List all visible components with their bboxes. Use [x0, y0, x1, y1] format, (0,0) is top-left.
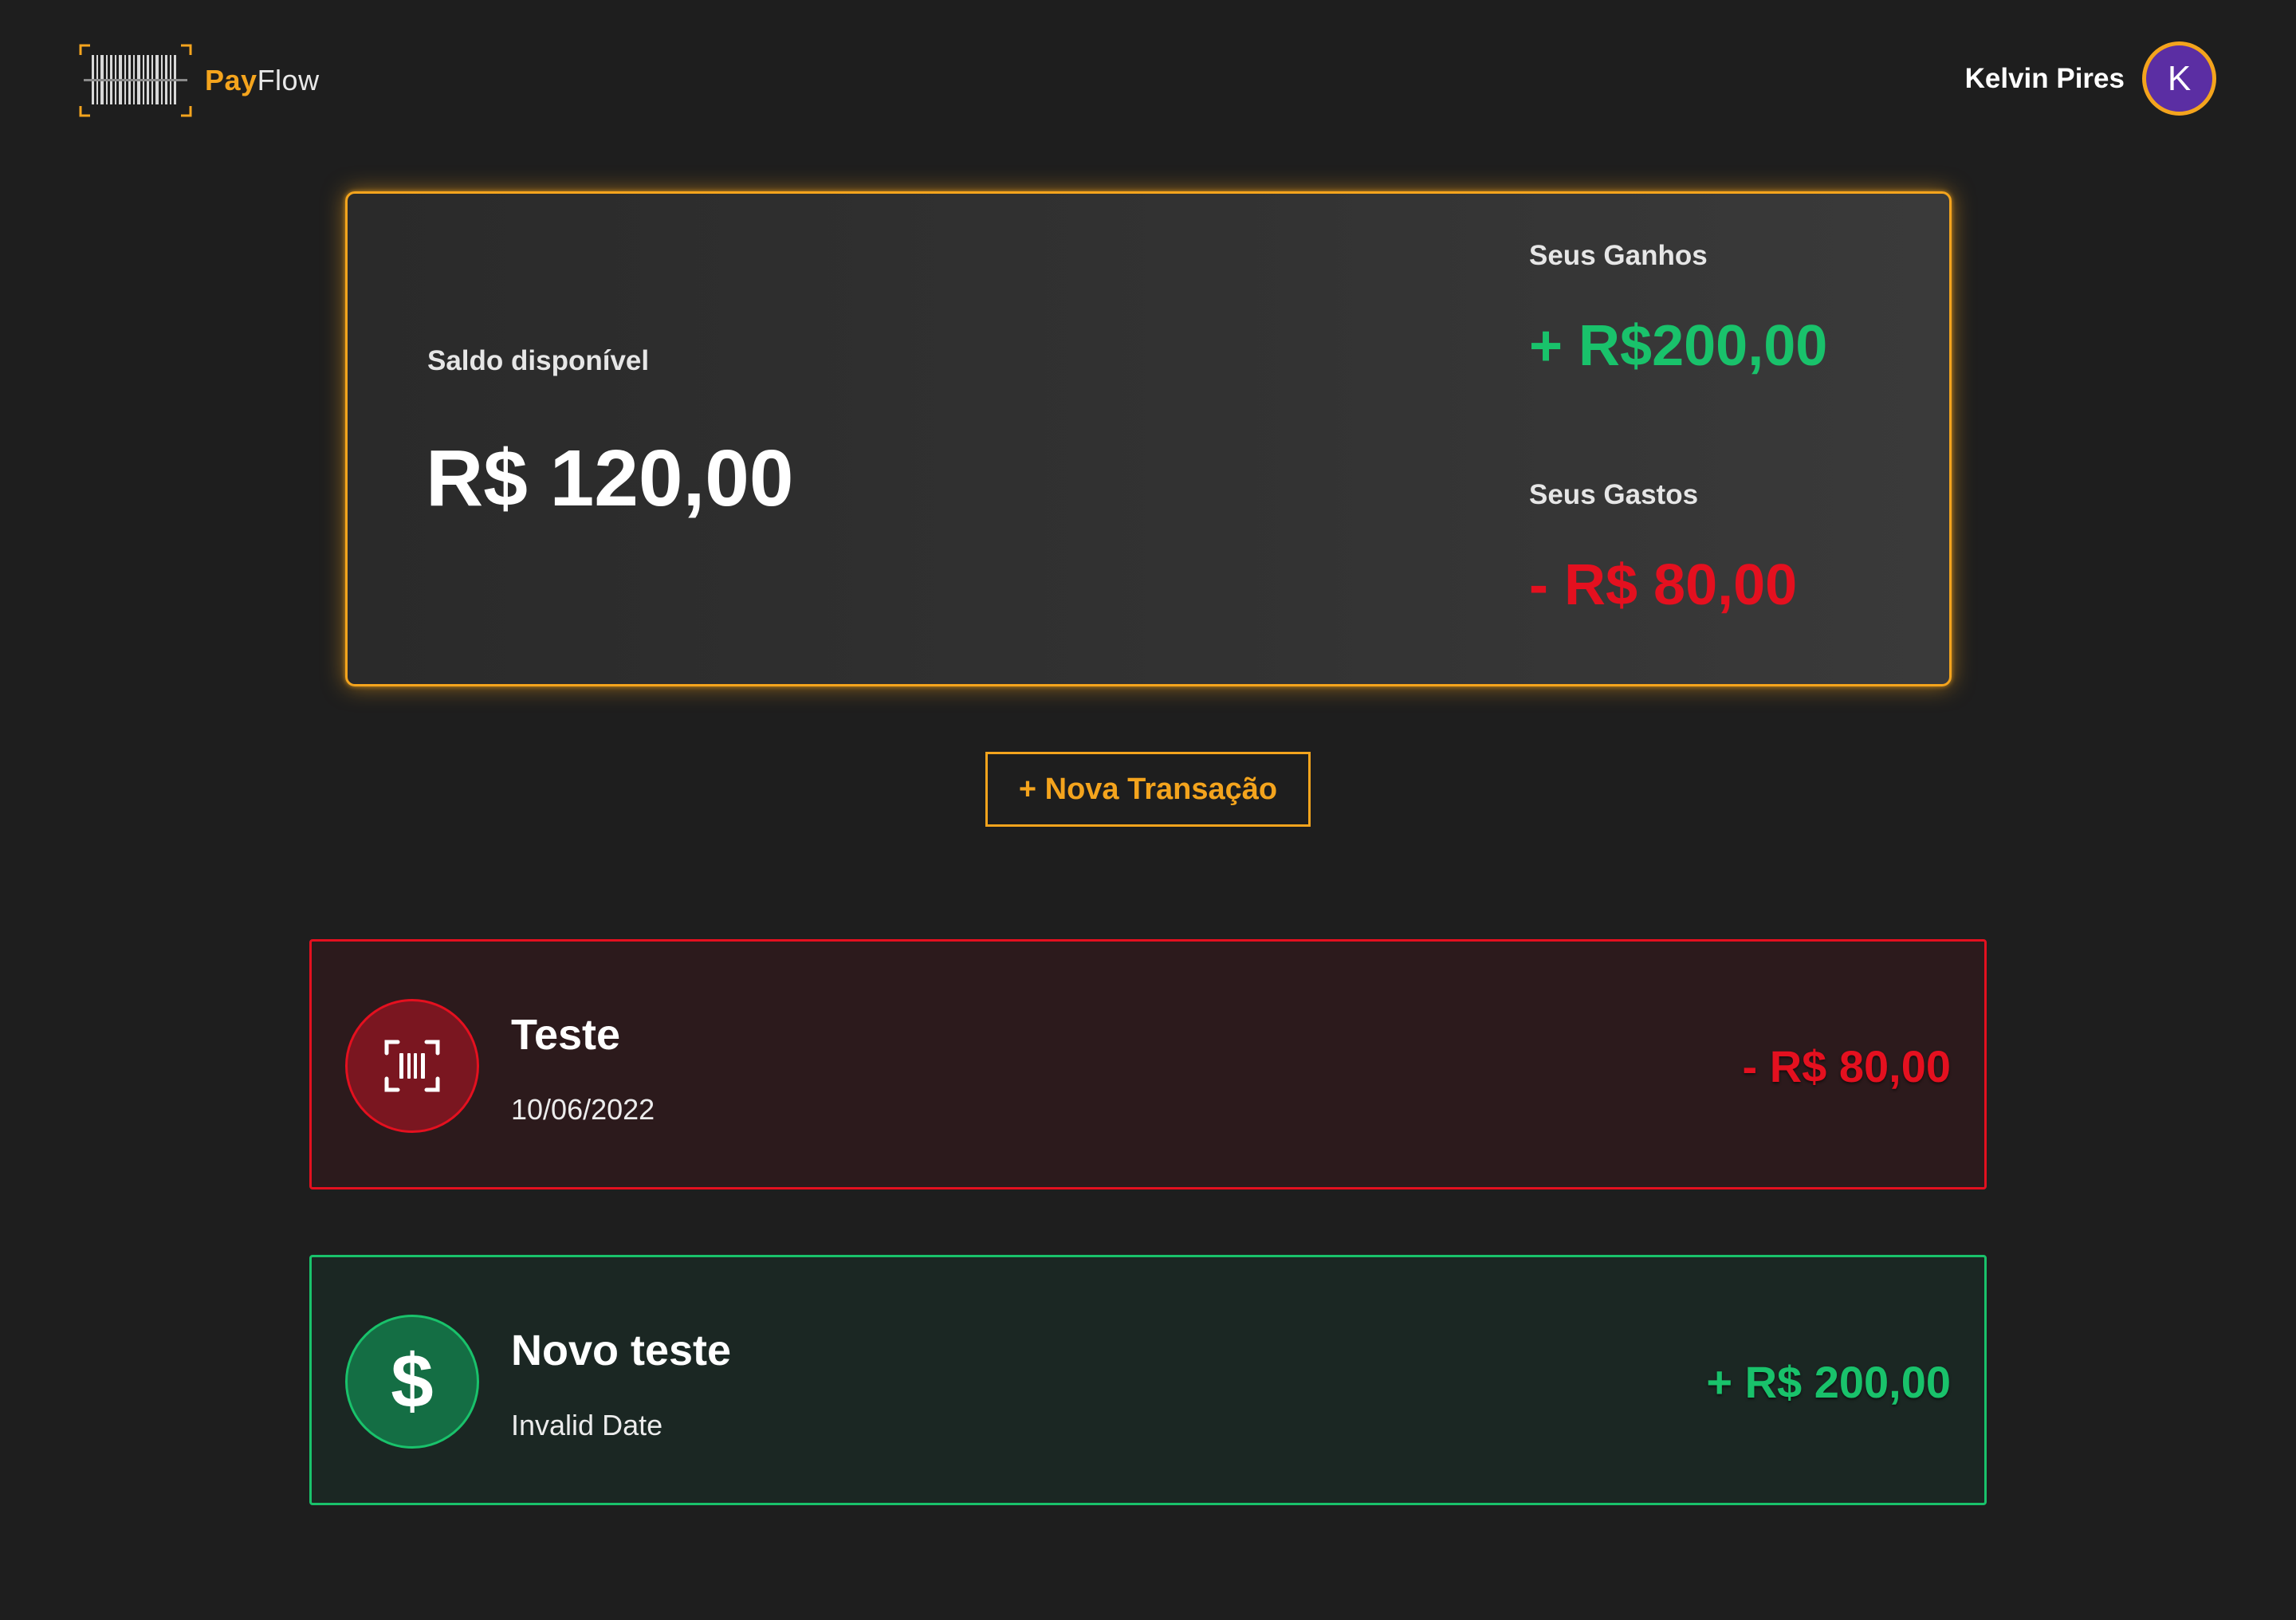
avatar-initial: K: [2167, 58, 2192, 98]
avatar[interactable]: K: [2142, 41, 2216, 116]
transaction-amount: + R$ 200,00: [1706, 1357, 1951, 1407]
logo-text-pay: Pay: [205, 64, 258, 96]
transaction-date: Invalid Date: [511, 1409, 663, 1441]
app-logo-text: PayFlow: [205, 64, 320, 97]
dashboard-page: PayFlow Kelvin Pires K Saldo disponível …: [0, 0, 2296, 1620]
user-name: Kelvin Pires: [1964, 62, 2125, 94]
gains-value: + R$200,00: [1529, 314, 1828, 378]
transaction-icon-circle: [345, 999, 479, 1133]
transaction-amount: - R$ 80,00: [1742, 1041, 1952, 1091]
balance-label: Saldo disponível: [427, 345, 650, 376]
barcode-scan-icon: [79, 44, 192, 117]
balance-card: Saldo disponível R$ 120,00 Seus Ganhos +…: [345, 191, 1952, 686]
transaction-item[interactable]: Teste 10/06/2022 - R$ 80,00: [309, 939, 1987, 1189]
transaction-icon-circle: $: [345, 1315, 479, 1449]
transaction-item[interactable]: $ Novo teste Invalid Date + R$ 200,00: [309, 1255, 1987, 1505]
transaction-title: Novo teste: [511, 1327, 732, 1374]
transaction-title: Teste: [511, 1011, 621, 1059]
expenses-value: - R$ 80,00: [1529, 553, 1798, 617]
transaction-date: 10/06/2022: [511, 1093, 655, 1126]
new-transaction-button[interactable]: + Nova Transação: [985, 752, 1311, 827]
user-menu[interactable]: Kelvin Pires K: [1965, 41, 2216, 116]
balance-value: R$ 120,00: [426, 434, 794, 523]
expenses-label: Seus Gastos: [1529, 479, 1699, 510]
app-logo[interactable]: PayFlow: [79, 44, 320, 117]
barcode-scan-icon: [384, 1040, 440, 1092]
gains-label: Seus Ganhos: [1529, 240, 1708, 271]
logo-text-flow: Flow: [257, 64, 320, 96]
dollar-icon: $: [391, 1339, 434, 1424]
